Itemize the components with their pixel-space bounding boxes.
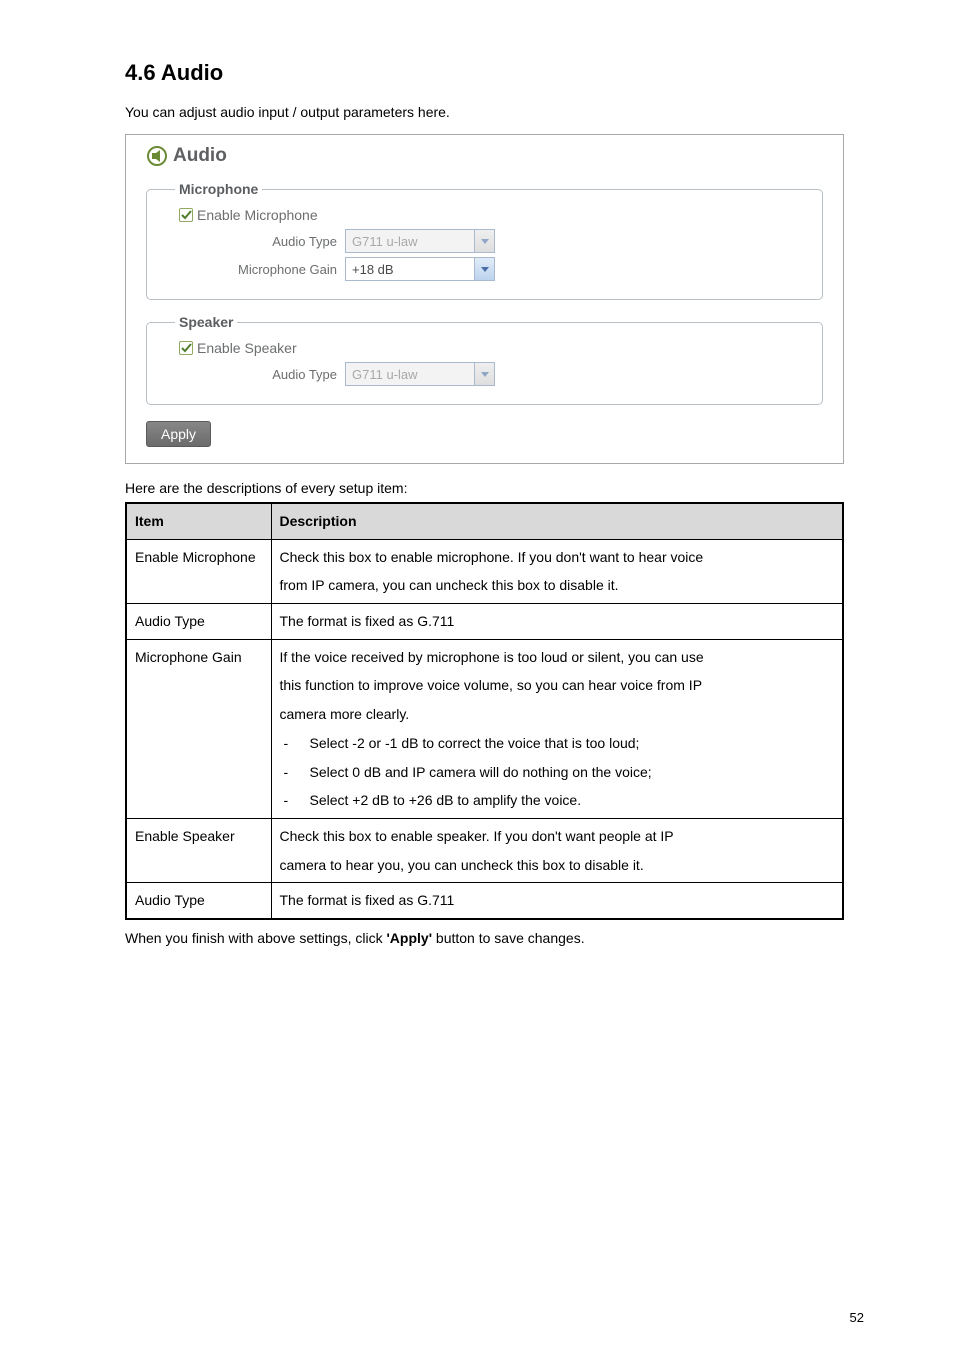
th-desc: Description — [271, 503, 843, 539]
desc-cell: The format is fixed as G.711 — [271, 604, 843, 640]
chevron-down-icon[interactable] — [474, 258, 494, 280]
description-table: Item Description Enable MicrophoneCheck … — [125, 502, 844, 920]
closing-post: button to save changes. — [432, 930, 585, 946]
mic-audio-type-value: G711 u-law — [346, 230, 474, 252]
microphone-legend: Microphone — [175, 181, 262, 197]
table-intro: Here are the descriptions of every setup… — [125, 480, 844, 496]
mic-gain-select[interactable]: +18 dB — [345, 257, 495, 281]
item-cell: Audio Type — [126, 604, 271, 640]
mic-audio-type-label: Audio Type — [175, 234, 345, 249]
speaker-legend: Speaker — [175, 314, 237, 330]
panel-title: Audio — [173, 145, 227, 167]
table-row: Audio TypeThe format is fixed as G.711 — [126, 604, 843, 640]
enable-microphone-label: Enable Microphone — [197, 207, 318, 223]
spk-audio-type-select[interactable]: G711 u-law — [345, 362, 495, 386]
enable-microphone-checkbox[interactable] — [179, 208, 193, 222]
desc-cell: Check this box to enable microphone. If … — [271, 539, 843, 603]
section-heading: 4.6 Audio — [125, 60, 844, 86]
chevron-down-icon — [474, 230, 494, 252]
closing-text: When you finish with above settings, cli… — [125, 930, 844, 946]
panel-title-row: Audio — [146, 145, 823, 167]
enable-speaker-checkbox[interactable] — [179, 341, 193, 355]
desc-cell: Check this box to enable speaker. If you… — [271, 818, 843, 882]
mic-gain-value: +18 dB — [346, 258, 474, 280]
page-number: 52 — [850, 1310, 864, 1325]
item-cell: Audio Type — [126, 883, 271, 919]
mic-gain-label: Microphone Gain — [175, 262, 345, 277]
spk-audio-type-label: Audio Type — [175, 367, 345, 382]
item-cell: Microphone Gain — [126, 639, 271, 818]
mic-audio-type-select[interactable]: G711 u-law — [345, 229, 495, 253]
table-row: Audio TypeThe format is fixed as G.711 — [126, 883, 843, 919]
desc-cell: If the voice received by microphone is t… — [271, 639, 843, 818]
microphone-group: Microphone Enable Microphone Audio Type … — [146, 181, 823, 300]
apply-button[interactable]: Apply — [146, 421, 211, 447]
th-item: Item — [126, 503, 271, 539]
speaker-group: Speaker Enable Speaker Audio Type G711 u… — [146, 314, 823, 405]
intro-text: You can adjust audio input / output para… — [125, 104, 844, 120]
table-row: Microphone GainIf the voice received by … — [126, 639, 843, 818]
closing-bold: 'Apply' — [386, 930, 432, 946]
closing-pre: When you finish with above settings, cli… — [125, 930, 386, 946]
table-row: Enable SpeakerCheck this box to enable s… — [126, 818, 843, 882]
table-row: Enable MicrophoneCheck this box to enabl… — [126, 539, 843, 603]
enable-microphone-row[interactable]: Enable Microphone — [179, 207, 804, 223]
spk-audio-type-value: G711 u-law — [346, 363, 474, 385]
audio-panel: Audio Microphone Enable Microphone Audio… — [125, 134, 844, 464]
enable-speaker-label: Enable Speaker — [197, 340, 297, 356]
desc-cell: The format is fixed as G.711 — [271, 883, 843, 919]
audio-icon — [146, 145, 168, 167]
item-cell: Enable Microphone — [126, 539, 271, 603]
item-cell: Enable Speaker — [126, 818, 271, 882]
chevron-down-icon — [474, 363, 494, 385]
enable-speaker-row[interactable]: Enable Speaker — [179, 340, 804, 356]
